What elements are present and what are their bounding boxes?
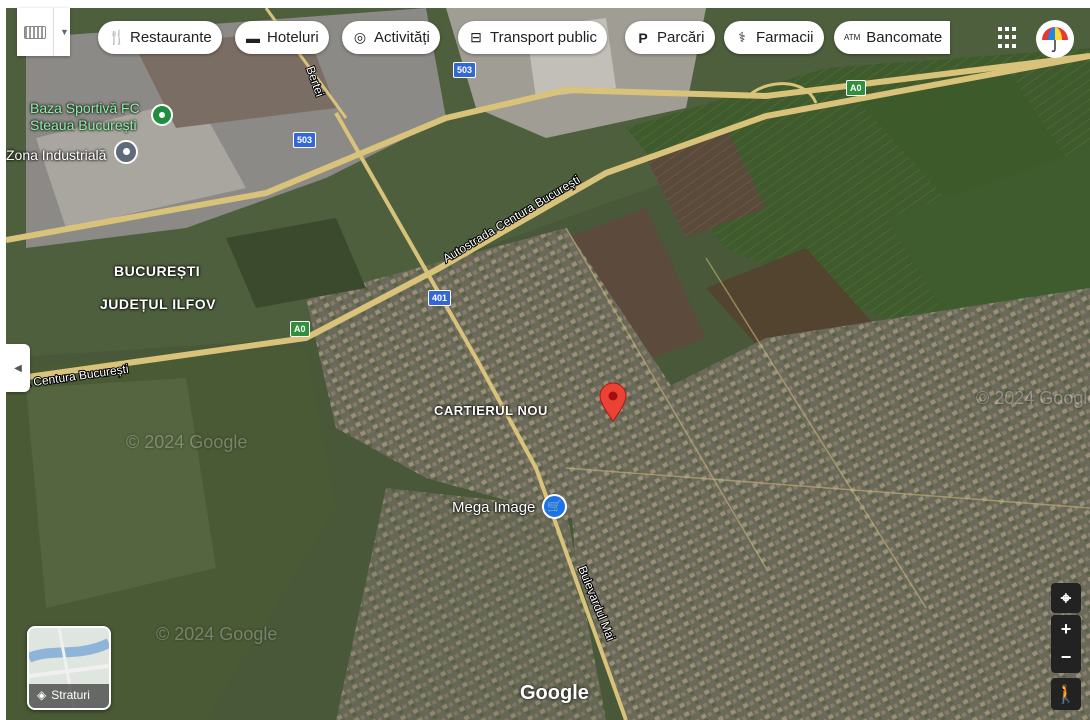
label-bucuresti: BUCUREȘTI — [114, 263, 201, 279]
road-shield-503: 503 — [453, 62, 477, 78]
keyboard-icon — [24, 25, 46, 39]
chip-label: Restaurante — [130, 29, 212, 46]
place-stadium[interactable]: Baza Sportivă FC Steaua București — [30, 100, 140, 134]
label-judet-ilfov: JUDEȚUL ILFOV — [100, 296, 216, 312]
chip-label: Activități — [374, 29, 430, 46]
stadium-marker-icon[interactable] — [151, 104, 173, 126]
chevron-left-icon: ◀ — [14, 362, 22, 374]
camera-icon: ◎ — [353, 29, 367, 45]
bus-icon: ⊟ — [470, 29, 482, 45]
chip-label: Parcări — [657, 29, 705, 46]
chip-parking[interactable]: P Parcări — [625, 21, 715, 54]
location-pin-icon[interactable] — [598, 382, 628, 422]
layers-button[interactable]: ◈ Straturi — [27, 626, 111, 710]
avatar[interactable] — [1038, 22, 1072, 56]
parking-icon: P — [638, 29, 648, 46]
chip-hotels[interactable]: ▬ Hoteluri — [235, 21, 329, 54]
road-shield-a0: A0 — [846, 80, 866, 96]
chip-atm[interactable]: ATM Bancomate — [834, 21, 950, 54]
google-logo: Google — [520, 682, 589, 704]
road-shield-a0-b: A0 — [290, 321, 310, 337]
road-shield-401: 401 — [428, 290, 452, 306]
chip-label: Hoteluri — [267, 29, 319, 46]
chip-activities[interactable]: ◎ Activități — [342, 21, 440, 54]
place-stadium-line2: Steaua București — [30, 117, 137, 133]
layers-icon: ◈ — [37, 688, 47, 702]
zoom-control: + − — [1051, 615, 1081, 673]
pegman-icon: 🚶 — [1054, 683, 1078, 704]
label-cartierul-nou: CARTIERUL NOU — [434, 403, 548, 418]
apps-grid-icon[interactable] — [998, 27, 1020, 49]
fork-knife-icon: 🍴 — [108, 29, 126, 45]
chip-label: Bancomate — [866, 29, 943, 46]
chevron-down-icon[interactable]: ▼ — [60, 27, 69, 37]
place-industrial[interactable]: Zona Industrială — [6, 147, 106, 163]
chip-transport[interactable]: ⊟ Transport public — [458, 21, 607, 54]
crosshair-icon: ⌖ — [1060, 587, 1072, 608]
place-mega-image[interactable]: Mega Image — [452, 499, 535, 516]
layers-label: Straturi — [51, 688, 90, 702]
chip-restaurants[interactable]: 🍴 Restaurante — [98, 21, 222, 54]
industrial-marker-icon[interactable] — [114, 140, 138, 164]
watermark-2: © 2024 Google — [976, 388, 1090, 408]
atm-icon: ATM — [844, 33, 861, 42]
road-shield-503-b: 503 — [293, 132, 317, 148]
collapse-panel-button[interactable]: ◀ — [6, 344, 30, 392]
zoom-in-button[interactable]: + — [1061, 615, 1072, 644]
shopping-cart-icon[interactable]: 🛒 — [542, 494, 567, 519]
watermark: © 2024 Google — [126, 432, 248, 452]
bed-icon: ▬ — [246, 29, 260, 46]
place-stadium-line1: Baza Sportivă FC — [30, 100, 140, 116]
chip-label: Farmacii — [756, 29, 814, 46]
satellite-map[interactable]: Autostrada Centura București ra Centura … — [6, 8, 1090, 720]
street-view-pegman[interactable]: 🚶 — [1051, 678, 1081, 710]
chip-label: Transport public — [490, 29, 597, 46]
chip-pharmacies[interactable]: ⚕ Farmacii — [724, 21, 824, 54]
my-location-button[interactable]: ⌖ — [1051, 583, 1081, 613]
watermark-3: © 2024 Google — [156, 624, 278, 644]
zoom-out-button[interactable]: − — [1061, 644, 1072, 673]
pharmacy-icon: ⚕ — [738, 29, 746, 45]
input-tools-button[interactable]: ▼ — [17, 8, 70, 56]
umbrella-avatar-icon — [1042, 27, 1068, 52]
